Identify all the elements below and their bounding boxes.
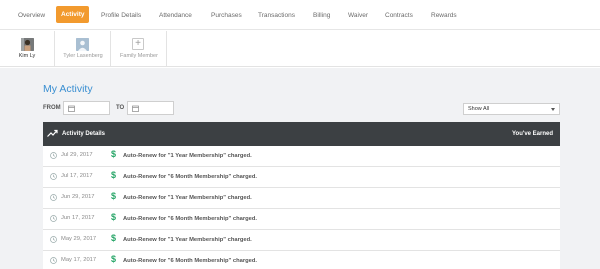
table-row: May 17, 2017 $ Auto-Renew for "6 Month M… xyxy=(43,251,560,269)
row-description: Auto-Renew for "1 Year Membership" charg… xyxy=(123,237,252,243)
to-date-input[interactable] xyxy=(127,101,174,115)
clock-icon xyxy=(50,215,57,222)
avatar xyxy=(21,38,34,51)
filter-value: Show All xyxy=(468,106,490,112)
tab-contracts[interactable]: Contracts xyxy=(385,10,413,22)
member-kim-ly[interactable]: Kim Ly xyxy=(0,31,55,67)
from-date-input[interactable] xyxy=(63,101,110,115)
trending-up-icon xyxy=(47,129,58,137)
calendar-icon xyxy=(68,105,75,112)
table-row: Jul 17, 2017 $ Auto-Renew for "6 Month M… xyxy=(43,167,560,188)
row-description: Auto-Renew for "1 Year Membership" charg… xyxy=(123,153,252,159)
tab-rewards[interactable]: Rewards xyxy=(431,10,457,22)
row-description: Auto-Renew for "6 Month Membership" char… xyxy=(123,216,258,222)
dollar-icon: $ xyxy=(111,149,117,159)
clock-icon xyxy=(50,236,57,243)
table-row: Jun 17, 2017 $ Auto-Renew for "6 Month M… xyxy=(43,209,560,230)
page-title: My Activity xyxy=(43,83,93,95)
member-add-family[interactable]: + Family Member xyxy=(112,31,167,67)
tab-transactions[interactable]: Transactions xyxy=(258,10,295,22)
row-date: Jul 17, 2017 xyxy=(61,173,93,179)
clock-icon xyxy=(50,194,57,201)
row-description: Auto-Renew for "6 Month Membership" char… xyxy=(123,258,258,264)
avatar xyxy=(76,38,89,51)
row-description: Auto-Renew for "1 Year Membership" charg… xyxy=(123,195,252,201)
from-label: FROM xyxy=(43,105,61,111)
plus-icon: + xyxy=(132,38,144,50)
row-date: Jun 29, 2017 xyxy=(61,194,95,200)
to-label: TO xyxy=(116,105,125,111)
tab-purchases[interactable]: Purchases xyxy=(211,10,242,22)
clock-icon xyxy=(50,152,57,159)
row-date: Jun 17, 2017 xyxy=(61,215,95,221)
clock-icon xyxy=(50,257,57,264)
dollar-icon: $ xyxy=(111,233,117,243)
chevron-down-icon xyxy=(551,108,555,111)
row-date: May 29, 2017 xyxy=(61,236,97,242)
activity-table-header: Activity Details You've Earned xyxy=(43,122,560,146)
tab-activity[interactable]: Activity xyxy=(56,6,90,23)
tab-billing[interactable]: Billing xyxy=(313,10,330,22)
row-date: May 17, 2017 xyxy=(61,257,97,263)
clock-icon xyxy=(50,173,57,180)
tab-attendance[interactable]: Attendance xyxy=(159,10,192,22)
dollar-icon: $ xyxy=(111,212,117,222)
row-date: Jul 29, 2017 xyxy=(61,152,93,158)
dollar-icon: $ xyxy=(111,254,117,264)
top-nav: Overview Activity Profile Details Attend… xyxy=(0,0,600,30)
member-label: Tyler Lasenberg xyxy=(63,53,103,59)
table-row: Jun 29, 2017 $ Auto-Renew for "1 Year Me… xyxy=(43,188,560,209)
member-strip: Kim Ly Tyler Lasenberg + Family Member xyxy=(0,31,600,67)
row-description: Auto-Renew for "6 Month Membership" char… xyxy=(123,174,258,180)
table-row: Jul 29, 2017 $ Auto-Renew for "1 Year Me… xyxy=(43,146,560,167)
tab-overview[interactable]: Overview xyxy=(18,10,45,22)
table-row: May 29, 2017 $ Auto-Renew for "1 Year Me… xyxy=(43,230,560,251)
column-youve-earned: You've Earned xyxy=(512,131,553,137)
calendar-icon xyxy=(132,105,139,112)
column-activity-details: Activity Details xyxy=(62,131,106,137)
member-tyler-lasenberg[interactable]: Tyler Lasenberg xyxy=(56,31,111,67)
dollar-icon: $ xyxy=(111,191,117,201)
activity-filter-select[interactable]: Show All xyxy=(463,103,560,115)
member-label: Kim Ly xyxy=(18,53,36,59)
tab-waiver[interactable]: Waiver xyxy=(348,10,368,22)
dollar-icon: $ xyxy=(111,170,117,180)
tab-profile-details[interactable]: Profile Details xyxy=(101,10,141,22)
member-label: Family Member xyxy=(120,53,158,59)
